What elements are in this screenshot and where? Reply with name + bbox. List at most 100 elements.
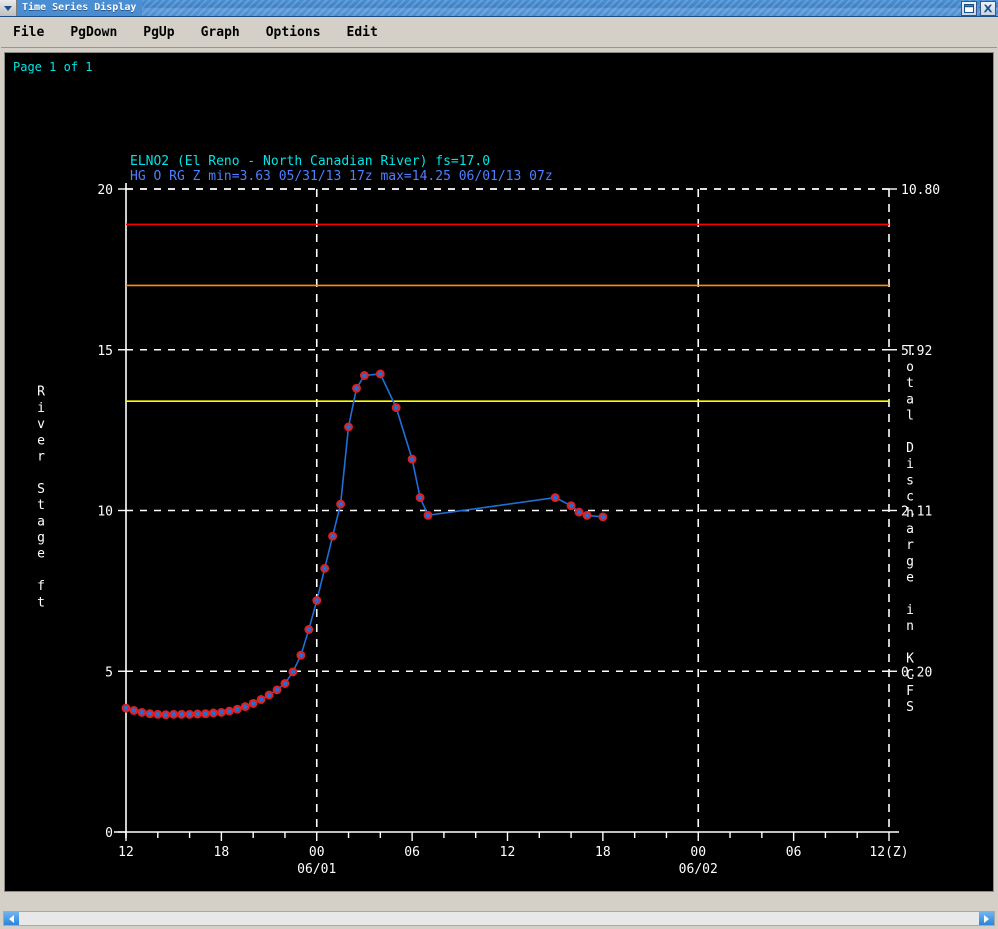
data-point [288, 667, 298, 677]
horizontal-scrollbar[interactable] [3, 911, 995, 926]
svg-text:s: s [906, 473, 914, 488]
svg-text:K: K [906, 652, 914, 667]
x-tick-label: 18 [214, 845, 230, 860]
data-point [344, 422, 353, 432]
svg-text:t: t [37, 595, 45, 610]
y2-axis-title: TotalDischargeinKCFS [906, 344, 914, 715]
menu-item-edit[interactable]: Edit [347, 23, 390, 42]
svg-text:i: i [37, 401, 45, 416]
svg-text:T: T [906, 344, 914, 359]
data-point [582, 510, 592, 520]
data-point [185, 709, 195, 719]
data-point [352, 383, 361, 393]
x-tick-label: 00 [690, 845, 706, 860]
svg-text:R: R [37, 385, 45, 400]
data-point [145, 709, 155, 719]
x-tick-label: 06 [786, 845, 802, 860]
menu-item-options[interactable]: Options [266, 23, 333, 42]
data-point [121, 703, 131, 713]
x-tick-label: 00 [309, 845, 325, 860]
x-tick-label: 18 [595, 845, 611, 860]
x-tick-label: 12 [118, 845, 134, 860]
menu-item-pgup[interactable]: PgUp [143, 23, 186, 42]
data-point [137, 707, 147, 717]
data-point [598, 512, 608, 522]
svg-text:v: v [37, 417, 45, 432]
svg-text:a: a [906, 392, 914, 407]
svg-text:C: C [906, 668, 914, 683]
arrow-left-icon [9, 914, 14, 923]
x-tick-label: 06 [404, 845, 420, 860]
data-point [177, 709, 187, 719]
data-point [574, 507, 584, 517]
svg-text:e: e [906, 571, 914, 586]
data-point [312, 596, 322, 605]
data-point [328, 531, 338, 541]
restore-icon [964, 4, 974, 13]
data-point [272, 685, 282, 695]
data-point [129, 706, 139, 715]
y-tick-label: 10 [97, 505, 113, 520]
y-tick-label: 15 [97, 344, 113, 359]
window-title: Time Series Display [17, 0, 143, 16]
scroll-track[interactable] [19, 912, 979, 925]
data-point [240, 702, 250, 712]
restore-button[interactable] [961, 1, 977, 16]
chevron-down-icon [4, 5, 12, 11]
title-bar-texture [0, 0, 998, 16]
y2-tick-label: 10.80 [901, 183, 940, 198]
data-point [296, 650, 306, 660]
y-tick-label: 5 [105, 665, 113, 680]
svg-text:e: e [37, 547, 45, 562]
title-bar: Time Series Display [0, 0, 998, 17]
svg-text:g: g [906, 554, 914, 569]
data-point [161, 710, 171, 720]
svg-text:S: S [906, 700, 914, 715]
data-point [216, 707, 226, 717]
svg-text:i: i [906, 457, 914, 472]
scroll-left-button[interactable] [4, 912, 19, 925]
data-point [201, 709, 210, 719]
scroll-right-button[interactable] [979, 912, 994, 925]
plot-canvas[interactable]: Page 1 of 1 ELNO2 (El Reno - North Canad… [4, 52, 994, 892]
time-series-display-window: Time Series Display File PgDown PgUp Gra… [0, 0, 998, 929]
window-controls [961, 1, 996, 16]
svg-text:n: n [906, 619, 914, 634]
data-point [550, 493, 560, 503]
data-point [423, 510, 433, 520]
x-tick-label: 12 [500, 845, 516, 860]
menu-bar: File PgDown PgUp Graph Options Edit [1, 17, 997, 48]
data-point [248, 698, 258, 708]
svg-text:t: t [906, 376, 914, 391]
series-markers-0 [121, 369, 608, 720]
data-point [232, 704, 242, 714]
data-point [153, 709, 163, 719]
x-date-label: 06/02 [679, 862, 718, 877]
svg-text:c: c [906, 490, 914, 505]
svg-text:a: a [37, 514, 45, 529]
chart-title: ELNO2 (El Reno - North Canadian River) f… [130, 154, 490, 169]
svg-text:F: F [906, 684, 914, 699]
svg-text:h: h [906, 506, 914, 521]
menu-item-file[interactable]: File [13, 23, 56, 42]
svg-text:r: r [906, 538, 914, 553]
y-tick-label: 20 [97, 183, 113, 198]
svg-text:l: l [906, 409, 914, 424]
svg-text:e: e [37, 433, 45, 448]
close-button[interactable] [980, 1, 996, 16]
y-axis-title: RiverStageft [37, 385, 45, 611]
svg-text:g: g [37, 531, 45, 546]
svg-text:o: o [906, 360, 914, 375]
data-point [415, 493, 425, 503]
menu-item-graph[interactable]: Graph [201, 23, 252, 42]
data-point [169, 709, 179, 719]
data-point [224, 706, 234, 716]
data-point [304, 625, 314, 634]
page-indicator: Page 1 of 1 [13, 60, 93, 74]
menu-item-pgdown[interactable]: PgDown [70, 23, 129, 42]
data-point [264, 690, 274, 700]
window-menu-button[interactable] [0, 0, 17, 16]
data-point [320, 563, 330, 573]
y-tick-label: 0 [105, 826, 113, 841]
data-point [336, 499, 346, 509]
